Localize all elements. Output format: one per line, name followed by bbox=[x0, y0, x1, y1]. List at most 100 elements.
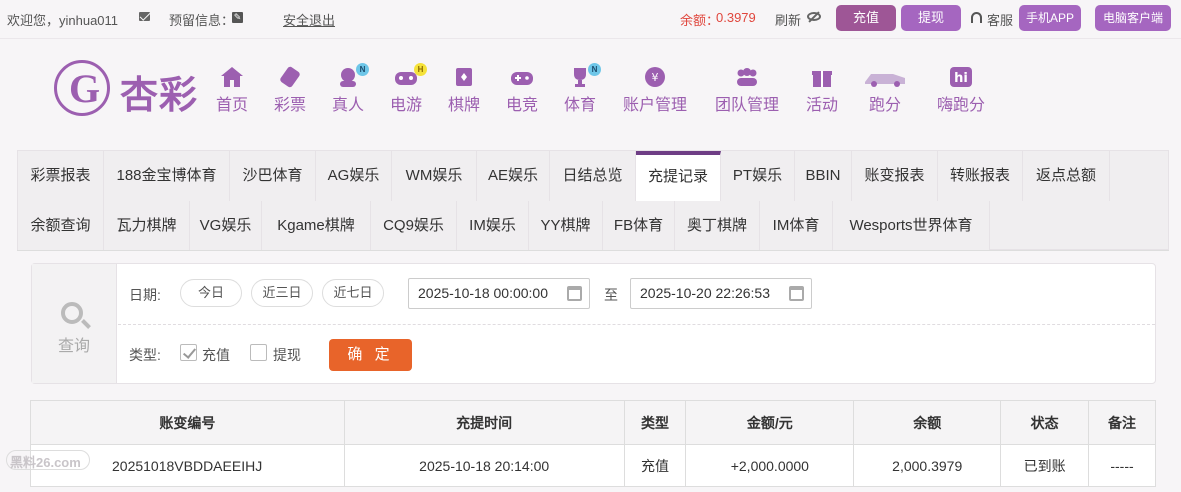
withdraw-button[interactable]: 提现 bbox=[901, 5, 961, 31]
withdraw-checkbox-label: 提现 bbox=[273, 347, 301, 363]
live-dealer-icon: N bbox=[335, 63, 369, 88]
tab-daily-overview[interactable]: 日结总览 bbox=[550, 151, 636, 201]
slot-game-icon: H bbox=[393, 63, 427, 88]
recharge-checkbox[interactable] bbox=[180, 344, 197, 361]
nav-slots[interactable]: H 电游 bbox=[388, 63, 427, 115]
tab-ag[interactable]: AG娱乐 bbox=[316, 151, 392, 201]
nav-account[interactable]: ¥ 账户管理 bbox=[620, 66, 690, 115]
nav-label: 棋牌 bbox=[447, 97, 480, 114]
tab-wali-cards[interactable]: 瓦力棋牌 bbox=[104, 201, 190, 251]
tab-wesports[interactable]: Wesports世界体育 bbox=[833, 201, 990, 251]
watermark-text: 黑料26.com bbox=[10, 455, 81, 470]
withdraw-checkbox[interactable] bbox=[250, 344, 267, 361]
tab-ae[interactable]: AE娱乐 bbox=[477, 151, 550, 201]
tab-balance-query[interactable]: 余额查询 bbox=[18, 201, 104, 251]
tab-im-sports[interactable]: IM体育 bbox=[760, 201, 833, 251]
cell-remark: ----- bbox=[1088, 444, 1156, 487]
hide-balance-icon[interactable] bbox=[807, 12, 821, 21]
nav-label: 首页 bbox=[215, 97, 248, 114]
envelope-icon[interactable] bbox=[139, 12, 150, 21]
report-tabs: 彩票报表 188金宝博体育 沙巴体育 AG娱乐 WM娱乐 AE娱乐 日结总览 充… bbox=[17, 150, 1169, 251]
tab-odin-cards[interactable]: 奥丁棋牌 bbox=[675, 201, 760, 251]
logout-link[interactable]: 安全退出 bbox=[283, 10, 335, 29]
tab-rebate-total[interactable]: 返点总额 bbox=[1023, 151, 1110, 201]
tab-transfer-report[interactable]: 转账报表 bbox=[938, 151, 1023, 201]
pc-client-button[interactable]: 电脑客户端 bbox=[1095, 5, 1171, 31]
cards-icon bbox=[451, 66, 477, 88]
cell-balance: 2,000.3979 bbox=[853, 444, 1002, 487]
nav-team[interactable]: 团队管理 bbox=[712, 66, 782, 115]
search-icon bbox=[61, 302, 83, 324]
reserved-info-label: 预留信息： bbox=[169, 13, 235, 28]
recharge-checkbox-label: 充值 bbox=[202, 347, 230, 363]
records-table: 账变编号 充提时间 类型 金额/元 余额 状态 备注 20251018VBDDA… bbox=[30, 400, 1156, 487]
recharge-button[interactable]: 充值 bbox=[836, 5, 896, 31]
logo-emblem bbox=[54, 60, 110, 116]
nav-label: 电游 bbox=[389, 97, 422, 114]
tab-cq9[interactable]: CQ9娱乐 bbox=[371, 201, 457, 251]
nav-label: 嗨跑分 bbox=[936, 97, 985, 114]
nav-home[interactable]: 首页 bbox=[214, 66, 250, 115]
customer-service-link[interactable]: 客服 bbox=[987, 10, 1013, 29]
cell-amount: +2,000.0000 bbox=[685, 444, 855, 487]
yen-icon: ¥ bbox=[642, 66, 668, 88]
nav-cards[interactable]: 棋牌 bbox=[446, 66, 482, 115]
confirm-button[interactable]: 确 定 bbox=[329, 339, 412, 371]
top-bar: 欢迎您，yinhua011 预留信息： ✎ 安全退出 余额： 0.3979 刷新… bbox=[0, 0, 1181, 36]
mobile-app-button[interactable]: 手机APP bbox=[1019, 5, 1081, 31]
tab-fb-sports[interactable]: FB体育 bbox=[603, 201, 675, 251]
nav-events[interactable]: 活动 bbox=[804, 66, 840, 115]
nav-label: 活动 bbox=[805, 97, 838, 114]
nav-label: 跑分 bbox=[868, 97, 901, 114]
edit-icon[interactable]: ✎ bbox=[232, 12, 243, 23]
welcome-text: 欢迎您，yinhua011 bbox=[7, 13, 119, 28]
watermark: 黑料26.com bbox=[6, 437, 92, 473]
cell-time: 2025-10-18 20:14:00 bbox=[343, 444, 625, 487]
tab-deposit-withdraw-records[interactable]: 充提记录 bbox=[636, 151, 721, 201]
site-logo[interactable]: 杏彩 bbox=[54, 58, 204, 118]
tab-kgame-cards[interactable]: Kgame棋牌 bbox=[262, 201, 371, 251]
nav-lottery[interactable]: 彩票 bbox=[272, 66, 308, 115]
divider bbox=[17, 250, 1169, 251]
type-label: 类型: bbox=[129, 347, 161, 363]
nav-esports[interactable]: 电竞 bbox=[504, 66, 540, 115]
start-date-field[interactable]: 2025-10-18 00:00:00 bbox=[408, 278, 590, 309]
table-row: 20251018VBDDAEEIHJ 2025-10-18 20:14:00 充… bbox=[30, 444, 1156, 487]
divider bbox=[0, 38, 1181, 39]
end-date-value: 2025-10-20 22:26:53 bbox=[640, 285, 770, 301]
nav-score-run[interactable]: 跑分 bbox=[862, 66, 908, 115]
nav-label: 体育 bbox=[563, 97, 596, 114]
tab-balance-change-report[interactable]: 账变报表 bbox=[852, 151, 938, 201]
svg-text:hi: hi bbox=[954, 71, 968, 86]
col-time: 充提时间 bbox=[343, 400, 625, 445]
end-date-field[interactable]: 2025-10-20 22:26:53 bbox=[630, 278, 812, 309]
tab-188-sports[interactable]: 188金宝博体育 bbox=[104, 151, 230, 201]
last-seven-days-button[interactable]: 近七日 bbox=[322, 279, 384, 307]
nav-sports[interactable]: N 体育 bbox=[562, 63, 601, 115]
tab-yy-cards[interactable]: YY棋牌 bbox=[529, 201, 603, 251]
refresh-link[interactable]: 刷新 bbox=[775, 10, 801, 29]
nav-live-dealer[interactable]: N 真人 bbox=[330, 63, 369, 115]
svg-text:¥: ¥ bbox=[652, 71, 659, 84]
cell-type: 充值 bbox=[623, 444, 687, 487]
calendar-icon[interactable] bbox=[789, 286, 804, 301]
nav-hi-score-run[interactable]: hi 嗨跑分 bbox=[934, 66, 988, 115]
balance-value: 0.3979 bbox=[716, 10, 756, 25]
car-icon bbox=[863, 66, 907, 88]
tab-wm[interactable]: WM娱乐 bbox=[392, 151, 477, 201]
today-button[interactable]: 今日 bbox=[180, 279, 242, 307]
tab-lottery-report[interactable]: 彩票报表 bbox=[18, 151, 104, 201]
tab-vg[interactable]: VG娱乐 bbox=[190, 201, 262, 251]
query-side-label: 查询 bbox=[58, 338, 91, 355]
calendar-icon[interactable] bbox=[567, 286, 582, 301]
tab-pt[interactable]: PT娱乐 bbox=[721, 151, 795, 201]
last-three-days-button[interactable]: 近三日 bbox=[251, 279, 313, 307]
date-label: 日期: bbox=[129, 287, 161, 303]
col-status: 状态 bbox=[1000, 400, 1090, 445]
start-date-value: 2025-10-18 00:00:00 bbox=[418, 285, 548, 301]
nav-label: 彩票 bbox=[273, 97, 306, 114]
nav-label: 账户管理 bbox=[622, 97, 687, 114]
tab-bbin[interactable]: BBIN bbox=[795, 151, 852, 201]
tab-im-entertainment[interactable]: IM娱乐 bbox=[457, 201, 529, 251]
tab-saba-sports[interactable]: 沙巴体育 bbox=[230, 151, 316, 201]
